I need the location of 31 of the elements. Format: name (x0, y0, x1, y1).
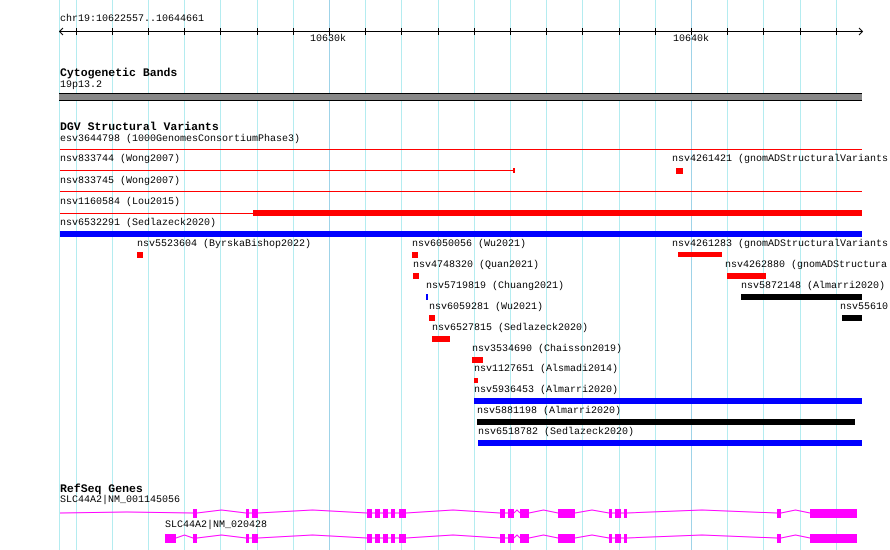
tick-label: 10640k (673, 34, 710, 46)
variant-label: nsv1160584 (Lou2015) (60, 197, 180, 209)
location-label: chr19:10622557..10644661 (60, 14, 204, 26)
transcript-label: SLC44A2|NM_020428 (165, 520, 268, 532)
variant-label: nsv6518782 (Sedlazeck2020) (478, 427, 634, 439)
variant-label: nsv1127651 (Alsmadi2014) (474, 364, 618, 376)
track-title: Cytogenetic Bands (60, 67, 178, 80)
variant-label: nsv5881198 (Almarri2020) (477, 406, 622, 418)
variant-label: nsv833744 (Wong2007) (60, 154, 180, 166)
band-label: 19p13.2 (60, 80, 102, 92)
variant-label: nsv5936453 (Almarri2020) (474, 385, 618, 397)
variant-label: nsv5872148 (Almarri2020) (741, 281, 886, 293)
track-title: RefSeq Genes (60, 483, 143, 496)
variant-label: nsv4261421 (gnomADStructuralVariants (672, 154, 888, 166)
variant-label: nsv3534690 (Chaisson2019) (472, 344, 622, 356)
variant-label: nsv4262880 (gnomADStructura (725, 260, 888, 272)
variant-label: nsv4261283 (gnomADStructuralVariants (672, 239, 888, 251)
variant-label: nsv6527815 (Sedlazeck2020) (432, 323, 588, 335)
transcript-label: SLC44A2|NM_001145056 (60, 495, 180, 507)
variant-label: nsv4748320 (Quan2021) (413, 260, 540, 272)
variant-label: nsv5523604 (ByrskaBishop2022) (137, 239, 312, 251)
variant-label: nsv5719819 (Chuang2021) (426, 281, 564, 293)
variant-label: nsv833745 (Wong2007) (60, 176, 180, 188)
variant-label: nsv55610 (840, 302, 888, 314)
variant-label: nsv6532291 (Sedlazeck2020) (60, 218, 216, 230)
tick-label: 10630k (310, 34, 346, 46)
variant-label: nsv6059281 (Wu2021) (429, 302, 544, 314)
track-title: DGV Structural Variants (60, 121, 219, 134)
variant-label: nsv6050056 (Wu2021) (412, 239, 526, 251)
variant-label: esv3644798 (1000GenomesConsortiumPhase3) (60, 134, 300, 146)
variant-end-tick (513, 168, 515, 173)
